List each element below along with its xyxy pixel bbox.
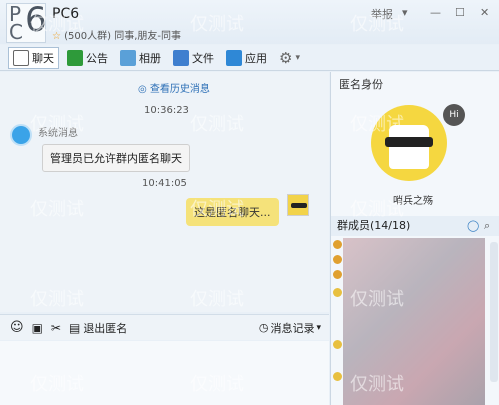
chevron-down-icon: ▾ bbox=[316, 322, 321, 333]
report-link[interactable]: 举报 bbox=[371, 6, 393, 22]
title-bar: P C 6 PC6 ☆ (500人群) 同事,朋友-同事 举报 ▾ — ☐ ✕ bbox=[0, 0, 499, 44]
members-count-label: 群成员(14/18) bbox=[337, 219, 411, 232]
tab-files[interactable]: 文件 bbox=[169, 47, 218, 69]
logo-digit-six: 6 bbox=[25, 0, 47, 40]
photo-icon bbox=[120, 49, 136, 66]
image-icon[interactable]: ▣ bbox=[32, 321, 43, 335]
members-list[interactable] bbox=[343, 238, 485, 405]
view-history-label: 查看历史消息 bbox=[149, 84, 210, 95]
search-icon[interactable]: ⌕ bbox=[484, 216, 490, 236]
anon-name: 哨兵之殇 bbox=[393, 196, 433, 207]
tab-announcement[interactable]: 公告 bbox=[63, 47, 112, 69]
tab-apps-label: 应用 bbox=[245, 51, 267, 65]
member-star-icon bbox=[333, 372, 342, 381]
sunglasses-icon bbox=[385, 137, 433, 147]
system-avatar[interactable] bbox=[10, 124, 32, 146]
dropdown-arrow-icon[interactable]: ▾ bbox=[402, 6, 408, 19]
tab-album-label: 相册 bbox=[139, 51, 161, 65]
exit-anonymous-button[interactable]: ▤ 退出匿名 bbox=[69, 320, 127, 336]
member-star-icon bbox=[333, 340, 342, 349]
gear-icon: ⚙ bbox=[279, 48, 293, 67]
member-role-icon bbox=[333, 270, 342, 279]
anon-identity-title: 匿名身份 bbox=[339, 78, 383, 91]
logo-letter-c: C bbox=[9, 20, 23, 44]
flag-icon bbox=[67, 49, 83, 66]
group-subtitle-text: (500人群) 同事,朋友-同事 bbox=[64, 31, 182, 42]
emoji-icon[interactable]: ☺ bbox=[10, 320, 24, 335]
timestamp: 10:41:05 bbox=[142, 178, 187, 189]
anon-avatar[interactable] bbox=[371, 105, 447, 181]
history-arrow-icon: ◎ bbox=[138, 84, 150, 95]
star-icon: ☆ bbox=[52, 31, 61, 42]
close-icon[interactable]: ✕ bbox=[480, 6, 489, 19]
self-avatar[interactable] bbox=[287, 194, 309, 216]
tab-files-label: 文件 bbox=[192, 51, 214, 65]
input-toolbar: ☺ ▣ ✂ ▤ 退出匿名 ◷ 消息记录 ▾ bbox=[0, 314, 329, 340]
main-toolbar: 聊天 公告 相册 文件 应用 ⚙ ▾ bbox=[0, 45, 499, 71]
folder-icon bbox=[173, 49, 189, 66]
exit-anonymous-label: 退出匿名 bbox=[83, 321, 128, 335]
message-input[interactable] bbox=[0, 341, 329, 405]
member-role-icon bbox=[333, 255, 342, 264]
chevron-down-icon: ▾ bbox=[295, 52, 300, 63]
system-message-bubble: 管理员已允许群内匿名聊天 bbox=[42, 144, 190, 172]
settings-button[interactable]: ⚙ ▾ bbox=[275, 47, 304, 69]
member-star-icon bbox=[333, 288, 342, 297]
hi-badge[interactable]: Hi bbox=[443, 104, 465, 126]
view-history-link[interactable]: ◎ 查看历史消息 bbox=[138, 80, 210, 95]
exit-anon-icon: ▤ bbox=[68, 320, 81, 335]
group-subtitle: ☆ (500人群) 同事,朋友-同事 bbox=[52, 27, 181, 42]
chat-area[interactable]: ◎ 查看历史消息 10:36:23 系统消息 管理员已允许群内匿名聊天 10:4… bbox=[0, 72, 329, 312]
tab-album[interactable]: 相册 bbox=[116, 47, 165, 69]
members-scrollbar[interactable] bbox=[490, 242, 498, 382]
my-message-bubble: 这是匿名聊天... bbox=[186, 198, 279, 226]
tab-announcement-label: 公告 bbox=[86, 51, 108, 65]
right-panel: 匿名身份 Hi 哨兵之殇 群成员(14/18) ◯ ⌕ bbox=[330, 72, 499, 405]
group-logo[interactable]: P C 6 bbox=[6, 0, 47, 44]
sunglasses-icon bbox=[291, 203, 307, 208]
message-history-button[interactable]: ◷ 消息记录 ▾ bbox=[259, 320, 321, 336]
minimize-icon[interactable]: — bbox=[430, 6, 441, 19]
sender-name: 系统消息 bbox=[38, 128, 78, 139]
clock-icon: ◷ bbox=[258, 321, 269, 334]
timestamp: 10:36:23 bbox=[144, 105, 189, 116]
members-header: 群成员(14/18) ◯ ⌕ bbox=[331, 216, 499, 236]
tab-apps[interactable]: 应用 bbox=[222, 47, 271, 69]
chat-icon bbox=[13, 49, 29, 66]
scissors-icon[interactable]: ✂ bbox=[51, 321, 61, 335]
chat-bubble-icon[interactable]: ◯ bbox=[467, 216, 479, 236]
maximize-icon[interactable]: ☐ bbox=[455, 6, 465, 19]
tab-chat-label: 聊天 bbox=[32, 51, 54, 65]
member-role-icon bbox=[333, 240, 342, 249]
message-history-label: 消息记录 bbox=[270, 321, 315, 335]
tab-chat[interactable]: 聊天 bbox=[8, 46, 59, 69]
group-name[interactable]: PC6 bbox=[52, 6, 79, 22]
cat-face-icon bbox=[389, 125, 429, 169]
apps-icon bbox=[226, 49, 242, 66]
